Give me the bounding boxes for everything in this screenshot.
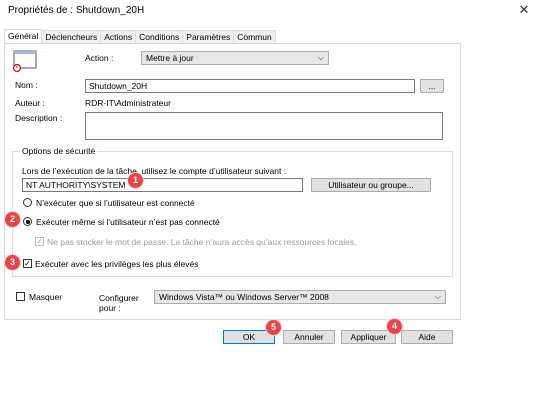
action-select[interactable]: Mettre à jour ⌵ bbox=[141, 51, 329, 65]
annotation-badge-4: 4 bbox=[387, 319, 402, 334]
tab-settings[interactable]: Paramètres bbox=[182, 30, 235, 43]
name-label: Nom : bbox=[15, 80, 38, 90]
chevron-down-icon: ⌵ bbox=[317, 53, 324, 62]
configure-value: Windows Vista™ ou Windows Server™ 2008 bbox=[159, 292, 329, 302]
configure-label: Configurer pour : bbox=[99, 293, 139, 313]
action-value: Mettre à jour bbox=[146, 53, 194, 63]
no-store-password-checkbox[interactable]: ✓ bbox=[35, 237, 44, 246]
configure-select[interactable]: Windows Vista™ ou Windows Server™ 2008 ⌵ bbox=[154, 290, 446, 304]
security-group-title: Options de sécurité bbox=[20, 146, 98, 156]
annotation-badge-1: 1 bbox=[128, 173, 143, 188]
apply-button[interactable]: Appliquer bbox=[341, 330, 396, 344]
tab-conditions[interactable]: Conditions bbox=[135, 30, 184, 43]
user-group-button[interactable]: Utilisateur ou groupe... bbox=[311, 178, 431, 192]
radio-whether-logged[interactable] bbox=[23, 217, 32, 226]
close-icon[interactable]: ✕ bbox=[515, 1, 533, 19]
radio-logged-on[interactable] bbox=[23, 198, 32, 207]
description-label: Description : bbox=[15, 113, 63, 123]
tab-common[interactable]: Commun bbox=[233, 30, 276, 43]
window-title: Propriétés de : Shutdown_20H bbox=[8, 5, 145, 16]
author-value: RDR-IT\Administrateur bbox=[85, 98, 171, 108]
hidden-checkbox[interactable] bbox=[16, 292, 25, 301]
annotation-badge-2: 2 bbox=[5, 212, 20, 227]
tab-general[interactable]: Général bbox=[4, 29, 43, 43]
no-store-password-label: Ne pas stocker le mot de passe. La tâche… bbox=[47, 237, 357, 247]
tab-triggers[interactable]: Déclencheurs bbox=[41, 30, 102, 43]
task-icon bbox=[12, 50, 37, 73]
annotation-badge-3: 3 bbox=[5, 255, 20, 270]
browse-button[interactable]: ... bbox=[420, 79, 444, 93]
highest-privileges-label: Exécuter avec les privilèges les plus él… bbox=[35, 259, 199, 269]
run-as-text: Lors de l’exécution de la tâche, utilise… bbox=[22, 166, 287, 176]
help-button[interactable]: Aide bbox=[401, 330, 453, 344]
description-field[interactable] bbox=[85, 112, 443, 140]
account-field[interactable]: NT AUTHORITY\SYSTEM bbox=[22, 178, 303, 192]
tab-actions[interactable]: Actions bbox=[100, 30, 137, 43]
cancel-button[interactable]: Annuler bbox=[283, 330, 335, 344]
chevron-down-icon: ⌵ bbox=[434, 292, 441, 301]
author-label: Auteur : bbox=[15, 98, 45, 108]
name-field[interactable]: Shutdown_20H bbox=[85, 79, 415, 93]
annotation-badge-5: 5 bbox=[266, 320, 281, 335]
radio-logged-on-label: N’exécuter que si l’utilisateur est conn… bbox=[36, 198, 195, 208]
tab-strip: Général Déclencheurs Actions Conditions … bbox=[4, 29, 276, 43]
action-label: Action : bbox=[85, 53, 114, 63]
highest-privileges-checkbox[interactable]: ✓ bbox=[23, 259, 32, 268]
hidden-label: Masquer bbox=[29, 292, 63, 302]
radio-whether-logged-label: Exécuter même si l’utilisateur n’est pas… bbox=[36, 217, 220, 227]
